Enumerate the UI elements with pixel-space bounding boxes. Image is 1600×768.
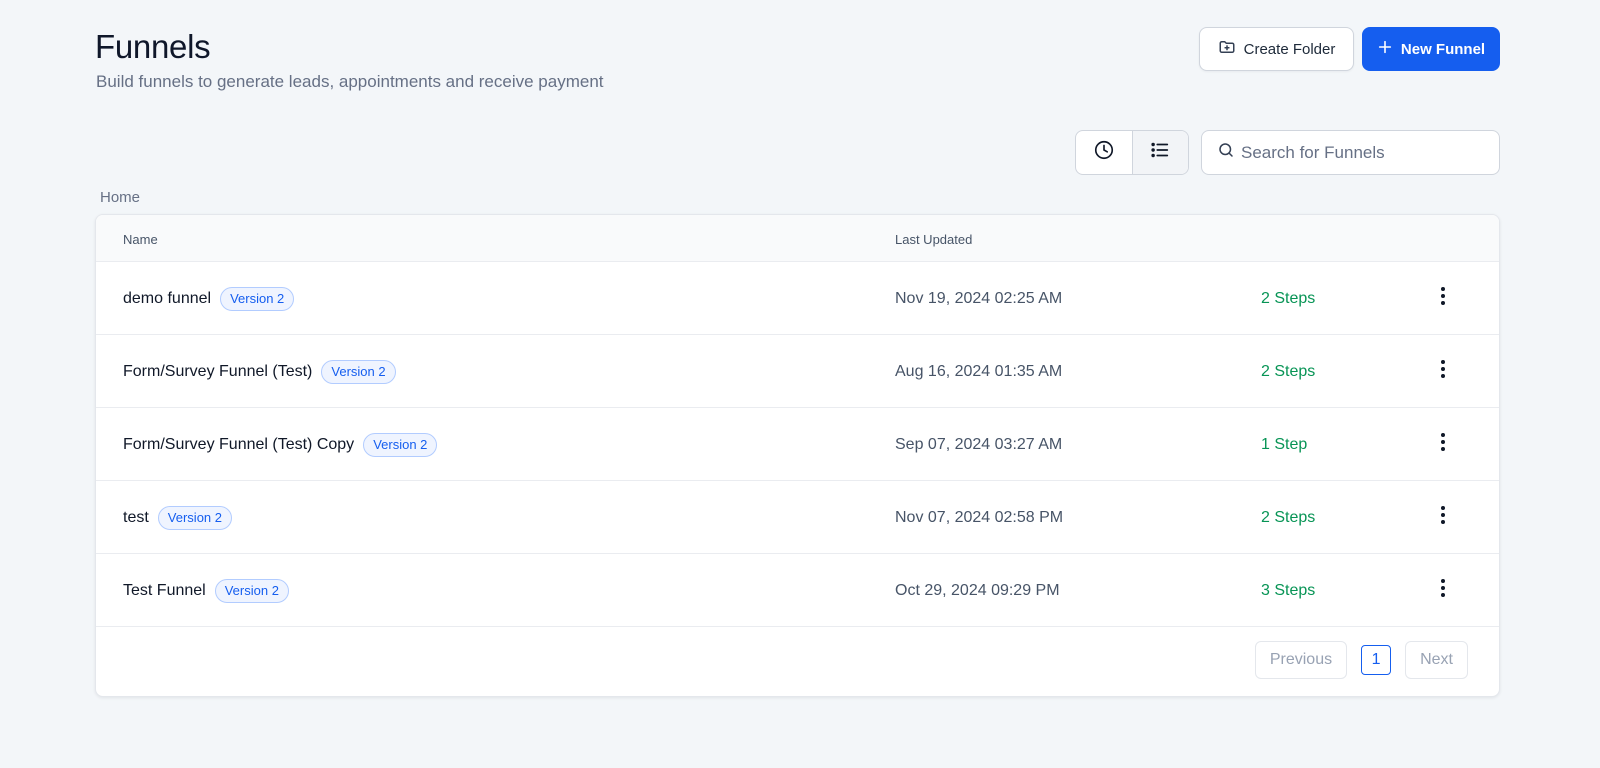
- list-view-toggle[interactable]: [1131, 131, 1188, 174]
- version-badge: Version 2: [321, 359, 396, 384]
- steps-count: 3 Steps: [1261, 581, 1316, 599]
- folder-plus-icon: [1218, 38, 1236, 60]
- funnels-table: Name Last Updated demo funnel Version 2 …: [95, 214, 1500, 697]
- row-menu-button[interactable]: [1431, 432, 1455, 456]
- funnel-name[interactable]: test: [123, 509, 149, 527]
- table-row[interactable]: demo funnel Version 2 Nov 19, 2024 02:25…: [96, 262, 1499, 335]
- version-badge: Version 2: [220, 286, 295, 311]
- last-updated: Sep 07, 2024 03:27 AM: [895, 435, 1063, 453]
- page-title: Funnels: [95, 28, 211, 65]
- version-badge: Version 2: [363, 432, 438, 457]
- row-menu-button[interactable]: [1431, 578, 1455, 602]
- plus-icon: [1377, 39, 1393, 59]
- funnel-name-cell: Form/Survey Funnel (Test) Copy Version 2: [123, 408, 438, 481]
- next-page-button[interactable]: Next: [1405, 641, 1468, 679]
- more-vertical-icon: [1440, 505, 1446, 530]
- funnel-name-cell: demo funnel Version 2: [123, 262, 295, 335]
- table-row[interactable]: test Version 2 Nov 07, 2024 02:58 PM 2 S…: [96, 481, 1499, 554]
- create-folder-button[interactable]: Create Folder: [1199, 27, 1354, 71]
- new-funnel-label: New Funnel: [1400, 40, 1486, 58]
- more-vertical-icon: [1440, 432, 1446, 457]
- more-vertical-icon: [1440, 359, 1446, 384]
- breadcrumb[interactable]: Home: [100, 189, 140, 206]
- create-folder-label: Create Folder: [1243, 40, 1336, 58]
- steps-count: 2 Steps: [1261, 289, 1316, 307]
- more-vertical-icon: [1440, 578, 1446, 603]
- recent-view-toggle[interactable]: [1076, 131, 1132, 174]
- funnel-name-cell: Form/Survey Funnel (Test) Version 2: [123, 335, 396, 408]
- page-subtitle: Build funnels to generate leads, appoint…: [96, 72, 604, 91]
- funnel-name-cell: test Version 2: [123, 481, 232, 554]
- funnel-name-cell: Test Funnel Version 2: [123, 554, 289, 627]
- last-updated: Aug 16, 2024 01:35 AM: [895, 362, 1063, 380]
- pagination: Previous 1 Next: [1254, 641, 1468, 679]
- view-toggle: [1075, 130, 1189, 175]
- column-header-name[interactable]: Name: [123, 232, 158, 247]
- row-menu-button[interactable]: [1431, 359, 1455, 383]
- steps-count: 2 Steps: [1261, 362, 1316, 380]
- search-input[interactable]: [1241, 142, 1491, 163]
- list-icon: [1149, 139, 1171, 166]
- row-menu-button[interactable]: [1431, 505, 1455, 529]
- previous-page-button[interactable]: Previous: [1254, 641, 1348, 679]
- last-updated: Oct 29, 2024 09:29 PM: [895, 581, 1060, 599]
- last-updated: Nov 07, 2024 02:58 PM: [895, 508, 1064, 526]
- page-number-current[interactable]: 1: [1361, 645, 1392, 675]
- funnel-name[interactable]: demo funnel: [123, 290, 211, 308]
- table-row[interactable]: Form/Survey Funnel (Test) Version 2 Aug …: [96, 335, 1499, 408]
- search-icon: [1217, 141, 1235, 164]
- funnel-name[interactable]: Form/Survey Funnel (Test) Copy: [123, 436, 354, 454]
- new-funnel-button[interactable]: New Funnel: [1362, 27, 1500, 71]
- steps-count: 1 Step: [1261, 435, 1308, 453]
- funnel-name[interactable]: Form/Survey Funnel (Test): [123, 363, 312, 381]
- steps-count: 2 Steps: [1261, 508, 1316, 526]
- search-box: [1201, 130, 1500, 175]
- clock-icon: [1093, 139, 1115, 166]
- row-menu-button[interactable]: [1431, 286, 1455, 310]
- funnel-name[interactable]: Test Funnel: [123, 582, 206, 600]
- more-vertical-icon: [1440, 286, 1446, 311]
- last-updated: Nov 19, 2024 02:25 AM: [895, 289, 1063, 307]
- column-header-last-updated[interactable]: Last Updated: [895, 232, 972, 247]
- table-row[interactable]: Test Funnel Version 2 Oct 29, 2024 09:29…: [96, 554, 1499, 627]
- table-row[interactable]: Form/Survey Funnel (Test) Copy Version 2…: [96, 408, 1499, 481]
- version-badge: Version 2: [214, 578, 289, 603]
- version-badge: Version 2: [157, 505, 232, 530]
- table-header: Name Last Updated: [96, 215, 1499, 262]
